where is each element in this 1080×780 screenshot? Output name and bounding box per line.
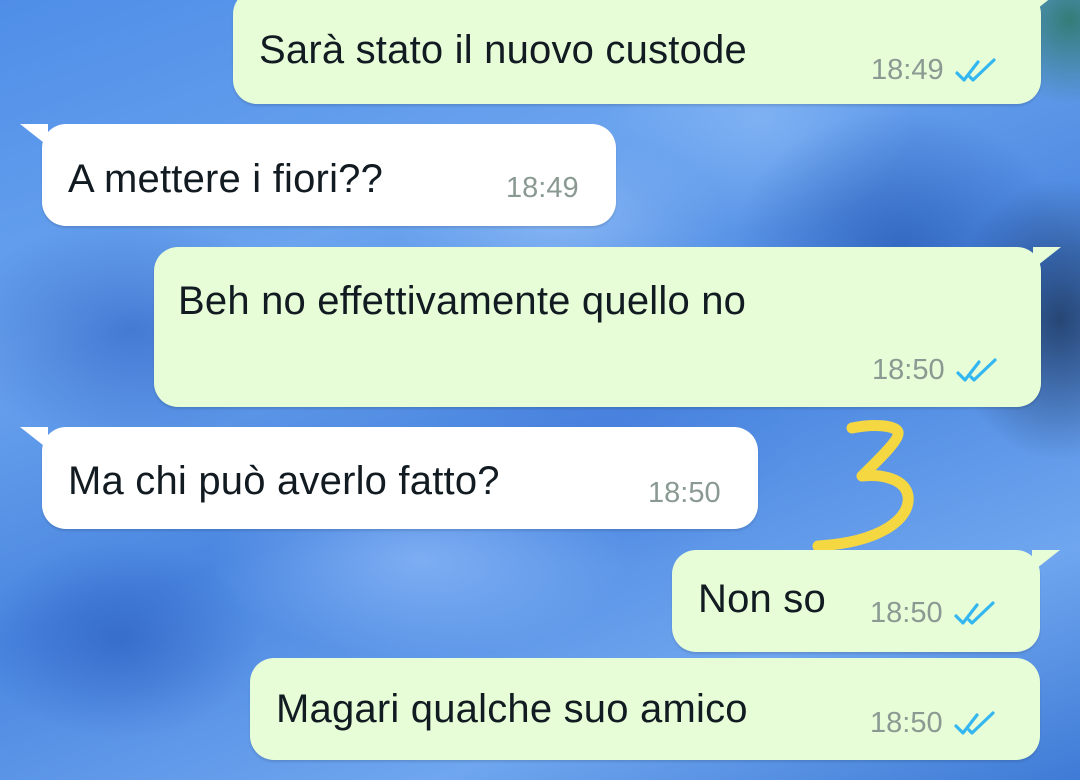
double-check-icon [955, 357, 997, 382]
message-meta: 18:50 [872, 354, 1001, 387]
message-meta: 18:49 [506, 172, 579, 205]
message-text: Magari qualche suo amico [276, 687, 748, 731]
message-text: Sarà stato il nuovo custode [259, 28, 747, 72]
message-meta: 18:50 [870, 597, 999, 630]
message-text: Beh no effettivamente quello no [178, 279, 747, 323]
message-time: 18:50 [870, 597, 943, 629]
message-text: Non so [698, 577, 826, 621]
message-bubble-incoming[interactable]: A mettere i fiori?? 18:49 [20, 124, 616, 226]
message-bubble-outgoing[interactable]: Sarà stato il nuovo custode 18:49 [233, 0, 1061, 104]
message-bubble-incoming[interactable]: Ma chi può averlo fatto? 18:50 [20, 427, 758, 529]
message-time: 18:49 [506, 172, 579, 204]
handwritten-number-annotation [812, 419, 914, 552]
message-text: Ma chi può averlo fatto? [68, 459, 500, 503]
message-text: A mettere i fiori?? [68, 157, 384, 201]
message-bubble-outgoing[interactable]: Magari qualche suo amico 18:50 [250, 658, 1040, 760]
double-check-icon [953, 710, 995, 735]
message-time: 18:50 [870, 707, 943, 739]
message-time: 18:50 [648, 477, 721, 509]
message-bubble-outgoing[interactable]: Beh no effettivamente quello no 18:50 [154, 247, 1061, 407]
message-time: 18:49 [871, 54, 944, 86]
message-meta: 18:50 [870, 707, 999, 740]
message-meta: 18:49 [871, 54, 1000, 87]
message-bubble-outgoing[interactable]: Non so 18:50 [672, 550, 1060, 652]
message-time: 18:50 [872, 354, 945, 386]
double-check-icon [954, 57, 996, 82]
message-meta: 18:50 [648, 477, 721, 510]
double-check-icon [953, 600, 995, 625]
